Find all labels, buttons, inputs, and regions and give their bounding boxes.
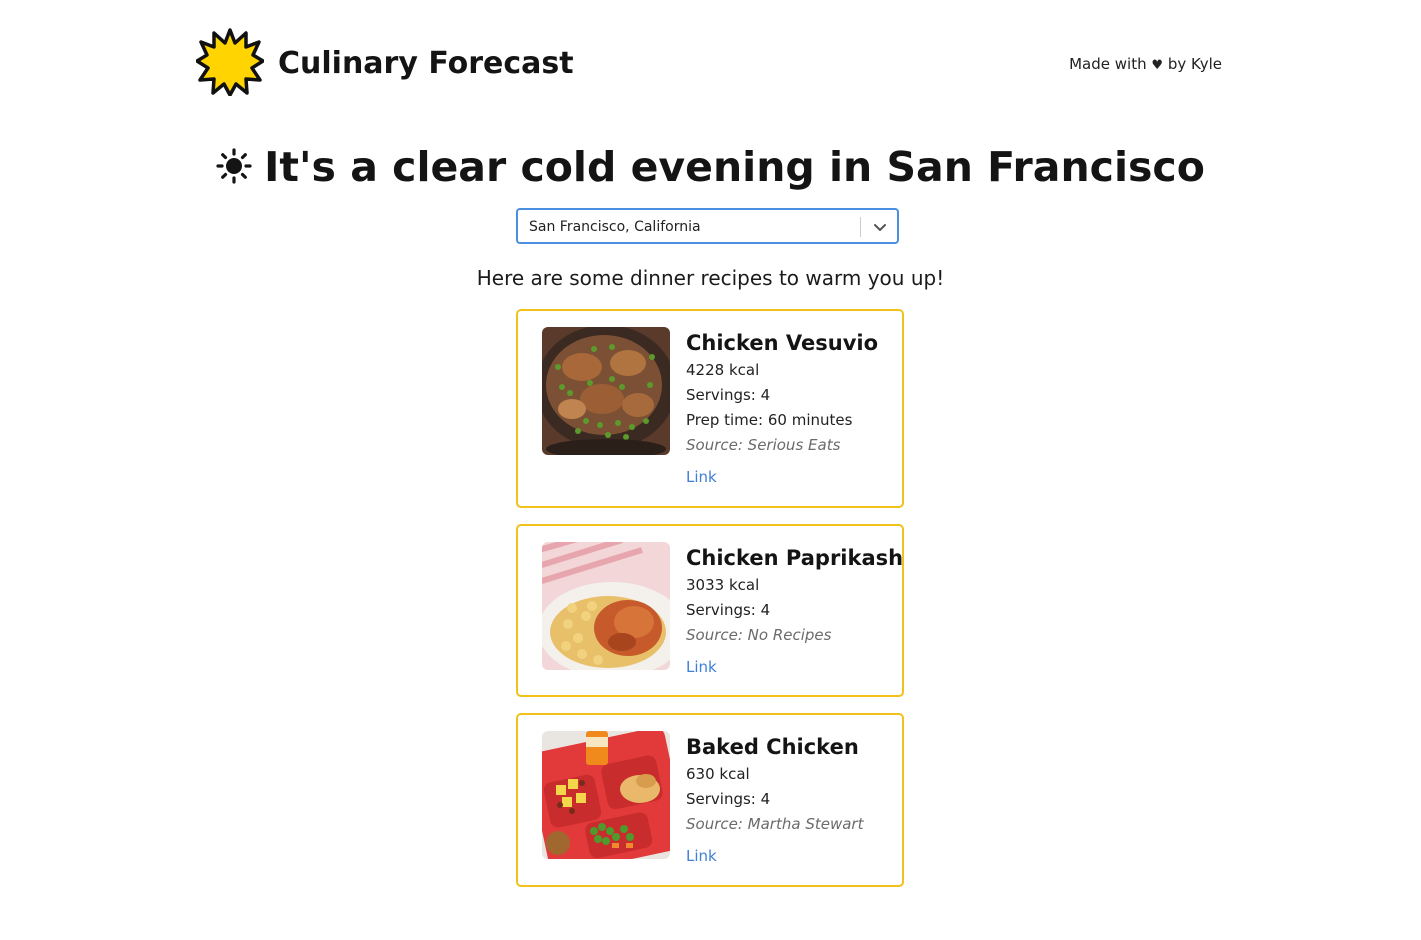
made-with-suffix: by Kyle — [1167, 55, 1222, 73]
recipe-source: Source: Martha Stewart — [686, 815, 864, 833]
recipe-image-chicken-paprikash — [542, 542, 670, 670]
recipe-link[interactable]: Link — [686, 466, 717, 488]
recipe-servings: Servings: 4 — [686, 386, 771, 404]
site-header: Culinary Forecast Made with ♥ by Kyle — [196, 26, 1226, 100]
sun-burst-icon[interactable] — [196, 28, 264, 96]
recipe-info: Chicken Vesuvio 4228 kcal Servings: 4 Pr… — [686, 329, 892, 488]
select-divider — [860, 217, 861, 237]
recipe-title[interactable]: Chicken Vesuvio — [686, 329, 892, 357]
recipe-image-baked-chicken — [542, 731, 670, 859]
made-with-prefix: Made with — [1069, 55, 1147, 73]
headline-text: It's a clear cold evening in San Francis… — [264, 143, 1205, 191]
location-select-value: San Francisco, California — [529, 219, 701, 235]
made-with-credit: Made with ♥ by Kyle — [1069, 53, 1222, 77]
recipe-link[interactable]: Link — [686, 656, 717, 678]
chevron-down-icon[interactable] — [872, 219, 888, 235]
recipe-title[interactable]: Baked Chicken — [686, 733, 892, 761]
recipe-info: Baked Chicken 630 kcal Servings: 4 Sourc… — [686, 733, 892, 867]
recipe-image-chicken-vesuvio — [542, 327, 670, 455]
recipe-calories: 4228 kcal — [686, 361, 760, 379]
weather-headline: It's a clear cold evening in San Francis… — [0, 140, 1421, 194]
recipe-title[interactable]: Chicken Paprikash — [686, 544, 903, 572]
recipe-prep-time: Prep time: 60 minutes — [686, 411, 853, 429]
recipe-card: Baked Chicken 630 kcal Servings: 4 Sourc… — [516, 713, 904, 887]
recipe-source: Source: No Recipes — [686, 626, 832, 644]
recipe-source: Source: Serious Eats — [686, 436, 841, 454]
location-select[interactable]: San Francisco, California — [516, 208, 899, 244]
recipe-servings: Servings: 4 — [686, 790, 771, 808]
recipe-calories: 3033 kcal — [686, 576, 760, 594]
recipe-info: Chicken Paprikash 3033 kcal Servings: 4 … — [686, 544, 903, 678]
recipes-intro: Here are some dinner recipes to warm you… — [476, 266, 945, 290]
heart-icon: ♥ — [1151, 58, 1164, 73]
recipe-card: Chicken Vesuvio 4228 kcal Servings: 4 Pr… — [516, 309, 904, 508]
brand-title[interactable]: Culinary Forecast — [278, 45, 574, 83]
recipe-link[interactable]: Link — [686, 845, 717, 867]
recipe-calories: 630 kcal — [686, 765, 750, 783]
sun-icon — [216, 148, 252, 184]
page: Culinary Forecast Made with ♥ by Kyle It… — [0, 0, 1421, 940]
recipe-card: Chicken Paprikash 3033 kcal Servings: 4 … — [516, 524, 904, 697]
recipe-servings: Servings: 4 — [686, 601, 771, 619]
